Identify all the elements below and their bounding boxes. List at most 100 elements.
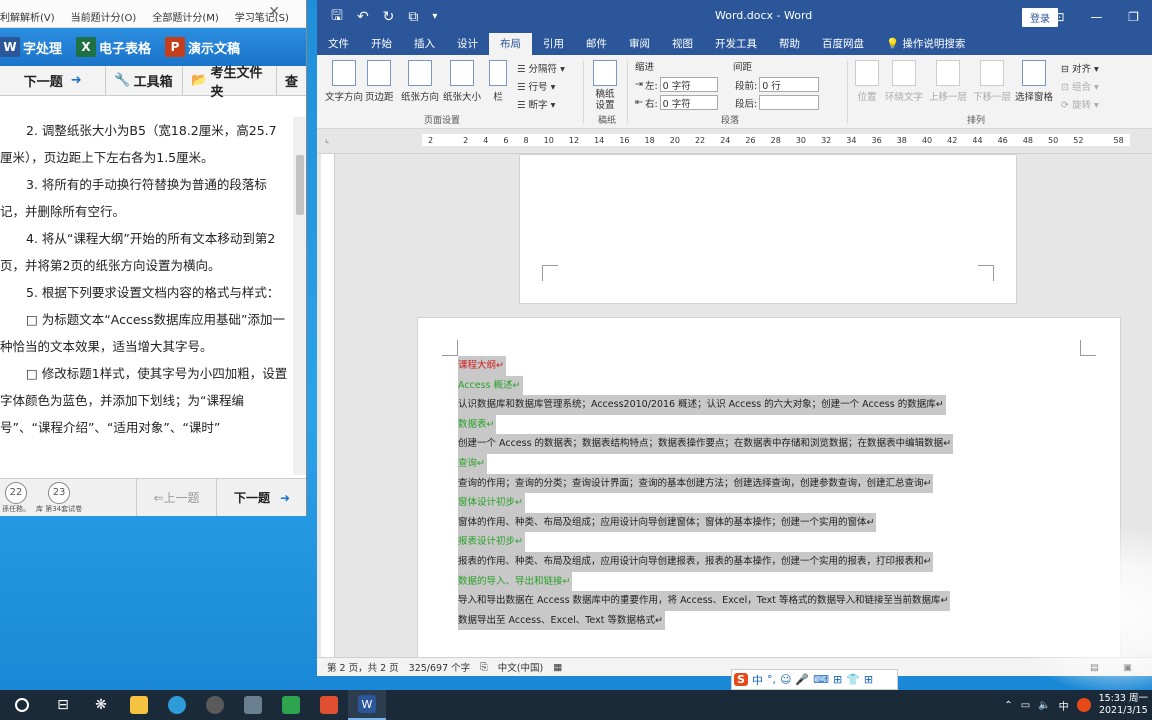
scroll-thumb[interactable] — [296, 155, 304, 215]
document-line[interactable]: 创建一个 Access 的数据表；数据表结构特点；数据表操作要点；在数据表中存储… — [458, 434, 954, 454]
draft-paper-button[interactable]: 稿纸设置 — [593, 60, 617, 111]
app-pen-icon[interactable] — [234, 690, 272, 720]
tab-insert[interactable]: 插入 — [403, 36, 446, 55]
hyphenation-button[interactable]: ☰ 断字 ▾ — [517, 97, 565, 115]
group-button[interactable]: ⊡ 组合 ▾ — [1061, 79, 1099, 97]
tab-baidu[interactable]: 百度网盘 — [811, 36, 875, 55]
document-line[interactable]: 报表的作用、种类、布局及组成，应用设计向导创建报表，报表的基本操作，创建一个实用… — [458, 551, 934, 572]
menu-item-score-current[interactable]: 当前题计分(O) — [71, 9, 137, 24]
document-line[interactable]: 导入和导出数据在 Access 数据库中的重要作用，将 Access、Excel… — [458, 591, 951, 611]
ime-voice-icon[interactable]: 🎤 — [795, 673, 809, 686]
app-red-icon[interactable] — [310, 690, 348, 720]
page-count[interactable]: 第 2 页，共 2 页 — [327, 660, 399, 674]
clock[interactable]: 15:33 周一 2021/3/15 — [1099, 693, 1148, 717]
input-language[interactable]: 中 — [1059, 698, 1069, 713]
tab-help[interactable]: 帮助 — [768, 36, 811, 55]
align-button[interactable]: ⊟ 对齐 ▾ — [1061, 61, 1099, 79]
text-direction-button[interactable]: 文字方向 — [325, 60, 363, 103]
tab-design[interactable]: 设计 — [446, 36, 489, 55]
word-taskbar-icon[interactable]: W — [348, 690, 386, 720]
app-green-icon[interactable] — [272, 690, 310, 720]
word-count[interactable]: 325/697 个字 — [409, 660, 471, 674]
wrap-text-button[interactable]: 环绕文字 — [885, 60, 923, 103]
language[interactable]: 中文(中国) — [498, 660, 543, 674]
customize-qat-icon[interactable]: ▾ — [432, 11, 437, 22]
document-line[interactable]: 报表设计初步↵ — [458, 532, 525, 552]
file-explorer-icon[interactable] — [120, 690, 158, 720]
position-button[interactable]: 位置 — [855, 60, 879, 103]
document-line[interactable]: 课程大纲↵ — [458, 356, 506, 376]
menu-item-analysis[interactable]: 利解解析(V) — [0, 9, 55, 24]
macro-icon[interactable]: ▦ — [553, 662, 562, 673]
ruler-scale[interactable]: 2 2 4 6 8 10 12 14 16 18 20 22 24 26 28 30 32 34 36 38 40 42 4… — [422, 134, 1130, 146]
indent-right-input[interactable]: 0 字符 — [659, 95, 718, 110]
proofing-icon[interactable]: ⎘ — [480, 662, 488, 673]
next-question-button[interactable]: 下一题 ➜ — [0, 65, 107, 96]
ime-chinese-mode[interactable]: 中 — [752, 672, 763, 688]
document-line[interactable]: 数据导出至 Access、Excel、Text 等数据格式↵ — [458, 610, 665, 631]
tell-me-search[interactable]: 💡 操作说明搜索 — [875, 36, 976, 55]
send-backward-button[interactable]: 下移一层 — [973, 60, 1011, 103]
spacing-after-input[interactable] — [759, 95, 820, 110]
exam-folder-button[interactable]: 📂 考生文件夹 — [183, 65, 277, 100]
save-icon[interactable]: 🖫 — [331, 5, 343, 29]
question-23-button[interactable]: 23 — [48, 481, 71, 504]
bring-forward-button[interactable]: 上移一层 — [929, 60, 967, 103]
restore-icon[interactable]: ❐ — [1115, 10, 1152, 24]
document-line[interactable]: 数据的导入、导出和链接↵ — [458, 571, 573, 592]
toolbox-button[interactable]: 🔧 工具箱 — [106, 65, 184, 96]
document-line[interactable]: 窗体设计初步↵ — [458, 493, 525, 513]
margins-button[interactable]: 页边距 — [365, 60, 394, 103]
tab-layout[interactable]: 布局 — [489, 32, 532, 55]
indent-left-input[interactable]: 0 字符 — [659, 77, 718, 92]
sogou-logo-icon[interactable]: S — [734, 673, 748, 686]
ime-keyboard-icon[interactable]: ⌨ — [813, 673, 829, 686]
document-line[interactable]: 认识数据库和数据库管理系统；Access2010/2016 概述；认识 Acce… — [458, 395, 946, 415]
tab-selector-icon[interactable]: ⌞ — [325, 135, 329, 145]
tab-home[interactable]: 开始 — [360, 36, 403, 55]
document-line[interactable]: 数据表↵ — [458, 414, 497, 435]
ribbon-display-icon[interactable]: ⊡ — [1041, 10, 1078, 24]
vertical-ruler[interactable] — [321, 154, 335, 657]
spacing-before-input[interactable]: 0 行 — [759, 77, 820, 92]
ime-skin-icon[interactable]: 👕 — [846, 673, 860, 686]
menu-item-score-all[interactable]: 全部题计分(M) — [152, 9, 218, 24]
touch-mode-icon[interactable]: ⧉ — [408, 9, 418, 25]
ime-more-icon[interactable]: ⊞ — [864, 673, 873, 686]
tab-review[interactable]: 审阅 — [618, 36, 661, 55]
ime-punctuation-icon[interactable]: °, — [767, 673, 776, 686]
sogou-tray-icon[interactable] — [1076, 698, 1091, 712]
size-button[interactable]: 纸张大小 — [443, 60, 481, 103]
volume-icon[interactable]: 🔈 — [1038, 700, 1050, 711]
tray-chevron-icon[interactable]: ⌃ — [1004, 700, 1012, 711]
orientation-button[interactable]: 纸张方向 — [401, 60, 439, 103]
menu-item-notes[interactable]: 学习笔记(S) — [235, 9, 289, 24]
redo-icon[interactable]: ↻ — [383, 9, 395, 25]
app-dark-icon[interactable] — [196, 690, 234, 720]
document-line[interactable]: 查询↵ — [458, 453, 487, 474]
question-22-button[interactable]: 22 — [5, 481, 27, 504]
tab-references[interactable]: 引用 — [532, 36, 575, 55]
document-line[interactable]: 窗体的作用、种类、布局及组成；应用设计向导创建窗体；窗体的基本操作；创建一个实用… — [458, 512, 877, 533]
rotate-button[interactable]: ⟳ 旋转 ▾ — [1061, 97, 1099, 115]
undo-icon[interactable]: ↶ — [357, 9, 369, 25]
panel-close-icon[interactable]: ✕ — [268, 4, 280, 20]
document-line[interactable]: 查询的作用；查询的分类；查询设计界面；查询的基本创建方法；创建选择查询，创建参数… — [458, 473, 934, 494]
bottom-next-question-button[interactable]: 下一题 ➜ — [216, 478, 306, 516]
selection-pane-button[interactable]: 选择窗格 — [1015, 60, 1053, 103]
edge-icon[interactable] — [158, 690, 196, 720]
tab-view[interactable]: 视图 — [661, 36, 704, 55]
prev-question-button[interactable]: ⇐ 上一题 — [136, 478, 216, 516]
document-line[interactable]: Access 概述↵ — [458, 375, 523, 396]
tab-file[interactable]: 文件 — [317, 36, 360, 55]
tab-developer[interactable]: 开发工具 — [704, 36, 768, 55]
minimize-icon[interactable]: — — [1078, 10, 1115, 24]
app-ppt[interactable]: P 演示文稿 — [165, 37, 240, 57]
line-numbers-button[interactable]: ☰ 行号 ▾ — [517, 79, 565, 97]
ime-emoji-icon[interactable]: ☺ — [780, 673, 791, 686]
panel-scrollbar[interactable] — [293, 117, 306, 475]
app-word[interactable]: W 字处理 — [0, 37, 62, 57]
task-view-icon[interactable]: ⊟ — [44, 690, 82, 720]
network-icon[interactable]: ▭ — [1021, 700, 1030, 711]
cortana-icon[interactable] — [0, 690, 44, 720]
